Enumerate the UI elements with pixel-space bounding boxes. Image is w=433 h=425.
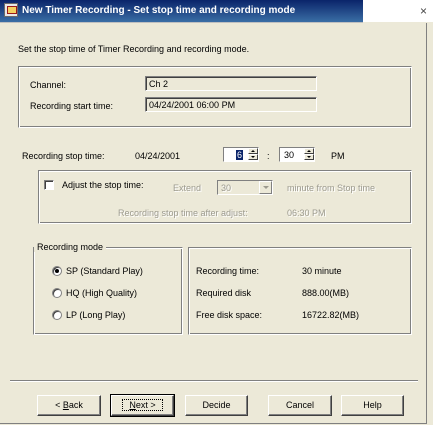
window-title: New Timer Recording - Set stop time and … <box>22 5 296 16</box>
back-prefix: < <box>55 400 63 410</box>
next-button[interactable]: Next > <box>110 394 175 417</box>
spin-down-icon[interactable] <box>304 154 314 160</box>
mode-sp-radio[interactable] <box>52 266 62 276</box>
channel-field: Ch 2 <box>145 76 317 91</box>
required-disk-label: Required disk <box>196 288 252 298</box>
extend-value: 30 <box>221 183 232 193</box>
extend-label: Extend <box>173 183 202 193</box>
stop-hour-value[interactable]: 6 <box>236 150 244 160</box>
spin-down-icon[interactable] <box>248 154 258 160</box>
channel-label: Channel: <box>30 80 67 90</box>
dialog-window: New Timer Recording - Set stop time and … <box>0 0 433 425</box>
mode-sp-label[interactable]: SP (Standard Play) <box>66 266 143 276</box>
free-disk-value: 16722.82(MB) <box>302 310 360 320</box>
stop-minute-spinner[interactable]: 30 <box>279 147 315 162</box>
next-focus: Next > <box>122 399 163 411</box>
back-button[interactable]: < Back <box>37 395 101 416</box>
adjust-checkbox-label[interactable]: Adjust the stop time: <box>60 180 146 190</box>
recording-mode-legend: Recording mode <box>34 242 107 252</box>
extend-suffix: minute from Stop time <box>287 183 376 193</box>
back-rest: ack <box>68 400 83 410</box>
stop-time-date: 04/24/2001 <box>135 151 181 161</box>
cancel-button[interactable]: Cancel <box>268 395 332 416</box>
close-icon[interactable]: × <box>363 0 433 22</box>
mode-lp-label[interactable]: LP (Long Play) <box>66 310 125 320</box>
mode-lp-radio[interactable] <box>52 310 62 320</box>
title-bar[interactable]: New Timer Recording - Set stop time and … <box>0 0 363 23</box>
dropdown-arrow-icon <box>259 181 272 194</box>
stop-minute-value[interactable]: 30 <box>284 150 294 160</box>
extend-combo: 30 <box>217 180 273 195</box>
mode-hq-radio[interactable] <box>52 288 62 298</box>
stop-hour-spinner[interactable]: 6 <box>223 147 259 162</box>
description-text: Set the stop time of Timer Recording and… <box>18 44 250 54</box>
required-disk-value: 888.00(MB) <box>302 288 350 298</box>
decide-button[interactable]: Decide <box>185 395 248 416</box>
adjust-checkbox[interactable] <box>44 180 54 190</box>
stop-time-label: Recording stop time: <box>22 151 105 161</box>
start-time-label: Recording start time: <box>30 101 114 111</box>
recording-time-label: Recording time: <box>196 266 260 276</box>
start-time-field: 04/24/2001 06:00 PM <box>145 97 317 112</box>
help-button[interactable]: Help <box>341 395 404 416</box>
next-rest: ext > <box>135 400 156 410</box>
button-separator <box>10 380 418 382</box>
after-adjust-value: 06:30 PM <box>287 208 326 218</box>
app-icon <box>4 3 18 17</box>
stop-ampm: PM <box>331 151 345 161</box>
after-adjust-label: Recording stop time after adjust: <box>118 208 248 218</box>
free-disk-label: Free disk space: <box>196 310 263 320</box>
time-separator: : <box>267 151 270 161</box>
recording-time-value: 30 minute <box>302 266 342 276</box>
mode-hq-label[interactable]: HQ (High Quality) <box>66 288 137 298</box>
